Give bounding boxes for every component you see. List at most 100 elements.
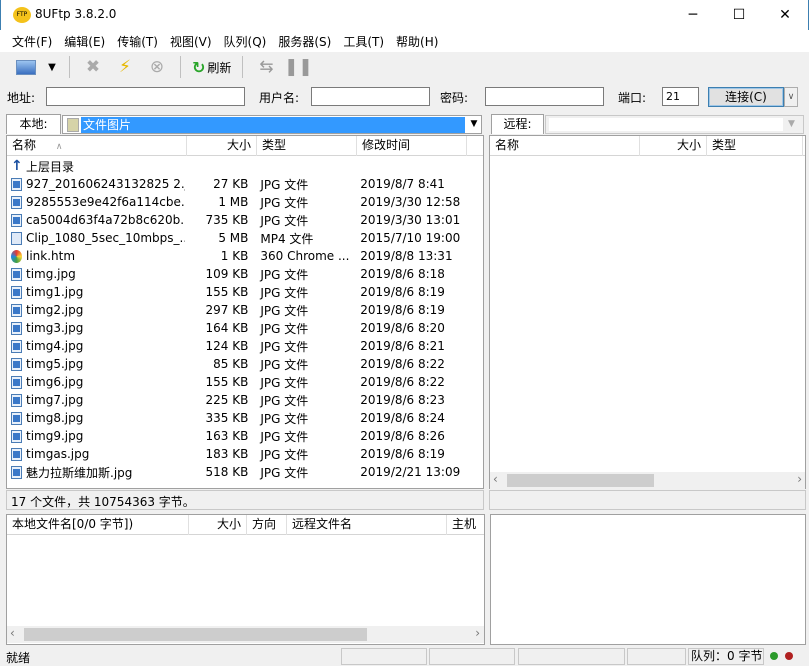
local-tab[interactable]: 本地: <box>6 114 61 134</box>
chevron-down-icon[interactable]: ▼ <box>467 116 481 133</box>
column-name[interactable]: 名称 <box>490 136 640 156</box>
chevron-down-icon[interactable]: ▼ <box>788 116 795 133</box>
scroll-thumb[interactable] <box>507 474 654 487</box>
address-input[interactable] <box>46 87 245 106</box>
parent-folder-icon: ↑ <box>11 157 23 174</box>
menu-transfer[interactable]: 传输(T) <box>111 30 164 52</box>
file-type: JPG 文件 <box>260 195 309 210</box>
column-type[interactable]: 类型 <box>707 136 803 156</box>
menu-help[interactable]: 帮助(H) <box>390 30 444 52</box>
file-size: 297 KB <box>205 303 249 317</box>
file-row[interactable]: timg6.jpg 155 KB JPG 文件 2019/8/6 8:22 <box>7 373 477 391</box>
remote-hscrollbar[interactable]: ‹ › <box>490 472 805 489</box>
column-size[interactable]: 大小 <box>640 136 707 156</box>
menu-edit[interactable]: 编辑(E) <box>58 30 111 52</box>
disconnect-icon[interactable]: ✖ <box>81 55 105 79</box>
file-row[interactable]: 927_201606243132825 2.j... 27 KB JPG 文件 … <box>7 175 477 193</box>
file-name-text: 9285553e9e42f6a114cbe... <box>26 195 186 209</box>
queue-hscrollbar[interactable]: ‹ › <box>7 626 484 643</box>
column-modified[interactable]: 修改时间 <box>357 136 467 156</box>
local-file-list[interactable]: 名称 ∧ 大小 类型 修改时间 ↑ 上层目录 927_20160624313282… <box>6 135 484 489</box>
pause-icon[interactable]: ❚❚ <box>284 55 313 79</box>
file-type: JPG 文件 <box>260 375 309 390</box>
file-row[interactable]: timg8.jpg 335 KB JPG 文件 2019/8/6 8:24 <box>7 409 477 427</box>
transfer-icon[interactable]: ⇆ <box>254 55 278 79</box>
column-type[interactable]: 类型 <box>257 136 357 156</box>
queue-status: 队列：0 字节 <box>688 648 764 665</box>
scroll-thumb[interactable] <box>24 628 367 641</box>
lightning-icon[interactable]: ⚡ <box>113 55 137 79</box>
password-label: 密码: <box>440 91 469 105</box>
column-local-filename[interactable]: 本地文件名[0/0 字节]) <box>7 515 189 535</box>
scroll-right-icon[interactable]: › <box>797 472 802 486</box>
password-input[interactable] <box>485 87 604 106</box>
file-type: JPG 文件 <box>260 429 309 444</box>
file-size: 85 KB <box>213 357 249 371</box>
file-row[interactable]: 9285553e9e42f6a114cbe... 1 MB JPG 文件 201… <box>7 193 477 211</box>
file-modified: 2019/8/6 8:19 <box>360 285 445 299</box>
menu-view[interactable]: 视图(V) <box>164 30 218 52</box>
file-name-text: Clip_1080_5sec_10mbps_... <box>26 231 186 245</box>
stop-icon[interactable]: ⊗ <box>145 55 169 79</box>
status-cell <box>627 648 686 665</box>
menu-file[interactable]: 文件(F) <box>6 30 58 52</box>
local-path-combo[interactable]: 文件图片 ▼ <box>62 115 482 134</box>
file-row[interactable]: timg.jpg 109 KB JPG 文件 2019/8/6 8:18 <box>7 265 477 283</box>
file-name-text: link.htm <box>26 249 76 263</box>
site-dropdown-icon[interactable]: ▼ <box>46 55 58 79</box>
column-size[interactable]: 大小 <box>187 136 257 156</box>
remote-list-header: 名称 大小 类型 <box>490 136 805 156</box>
connect-dropdown-icon[interactable]: ∨ <box>784 87 798 107</box>
remote-tab[interactable]: 远程: <box>491 114 544 134</box>
scroll-right-icon[interactable]: › <box>475 626 480 640</box>
refresh-button[interactable]: ↻ 刷新 <box>192 58 231 77</box>
image-file-icon <box>11 285 22 299</box>
toolbar-divider <box>69 56 70 78</box>
minimize-button[interactable]: ─ <box>670 0 716 30</box>
image-file-icon <box>11 195 22 209</box>
connect-button[interactable]: 连接(C) <box>708 87 784 107</box>
file-row[interactable]: timg7.jpg 225 KB JPG 文件 2019/8/6 8:23 <box>7 391 477 409</box>
file-row[interactable]: link.htm 1 KB 360 Chrome ... 2019/8/8 13… <box>7 247 477 265</box>
file-row[interactable]: ca5004d63f4a72b8c620b... 735 KB JPG 文件 2… <box>7 211 477 229</box>
menu-queue[interactable]: 队列(Q) <box>218 30 273 52</box>
file-row[interactable]: timg5.jpg 85 KB JPG 文件 2019/8/6 8:22 <box>7 355 477 373</box>
scroll-left-icon[interactable]: ‹ <box>10 626 15 640</box>
close-button[interactable]: ✕ <box>762 0 808 30</box>
port-input[interactable]: 21 <box>662 87 699 106</box>
file-row[interactable]: timg1.jpg 155 KB JPG 文件 2019/8/6 8:19 <box>7 283 477 301</box>
maximize-button[interactable]: ☐ <box>716 0 762 30</box>
receive-led-icon <box>785 652 793 660</box>
remote-file-list[interactable]: 名称 大小 类型 ‹ › <box>489 135 806 489</box>
file-row[interactable]: timg9.jpg 163 KB JPG 文件 2019/8/6 8:26 <box>7 427 477 445</box>
file-row[interactable]: timg2.jpg 297 KB JPG 文件 2019/8/6 8:19 <box>7 301 477 319</box>
file-row[interactable]: Clip_1080_5sec_10mbps_... 5 MB MP4 文件 20… <box>7 229 477 247</box>
file-name: 927_201606243132825 2.j... <box>7 177 185 191</box>
file-name: 9285553e9e42f6a114cbe... <box>7 195 185 209</box>
scroll-left-icon[interactable]: ‹ <box>493 472 498 486</box>
app-logo-icon: FTP <box>13 7 31 23</box>
menu-tools[interactable]: 工具(T) <box>337 30 390 52</box>
file-row[interactable]: timg3.jpg 164 KB JPG 文件 2019/8/6 8:20 <box>7 319 477 337</box>
file-row[interactable]: timg4.jpg 124 KB JPG 文件 2019/8/6 8:21 <box>7 337 477 355</box>
remote-path-combo[interactable]: ▼ <box>545 115 804 134</box>
column-host[interactable]: 主机 <box>447 515 484 535</box>
username-input[interactable] <box>311 87 430 106</box>
file-type: JPG 文件 <box>260 285 309 300</box>
file-modified: 2019/3/30 12:58 <box>360 195 461 209</box>
site-manager-button[interactable] <box>14 55 38 79</box>
file-row[interactable]: 魅力拉斯维加斯.jpg 518 KB JPG 文件 2019/2/21 13:0… <box>7 463 477 481</box>
column-size[interactable]: 大小 <box>189 515 247 535</box>
column-name[interactable]: 名称 ∧ <box>7 136 187 156</box>
file-name: ↑ 上层目录 <box>7 158 185 175</box>
file-row[interactable]: timgas.jpg 183 KB JPG 文件 2019/8/6 8:19 <box>7 445 477 463</box>
file-size: 183 KB <box>205 447 249 461</box>
file-name-text: timg5.jpg <box>26 357 84 371</box>
file-row[interactable]: ↑ 上层目录 <box>7 157 477 175</box>
local-path-value: 文件图片 <box>81 117 465 133</box>
queue-list[interactable]: 本地文件名[0/0 字节]) 大小 方向 远程文件名 主机 ‹ › <box>6 514 485 645</box>
file-name-text: timg3.jpg <box>26 321 84 335</box>
column-remote-filename[interactable]: 远程文件名 <box>287 515 447 535</box>
menu-server[interactable]: 服务器(S) <box>272 30 337 52</box>
column-direction[interactable]: 方向 <box>247 515 287 535</box>
